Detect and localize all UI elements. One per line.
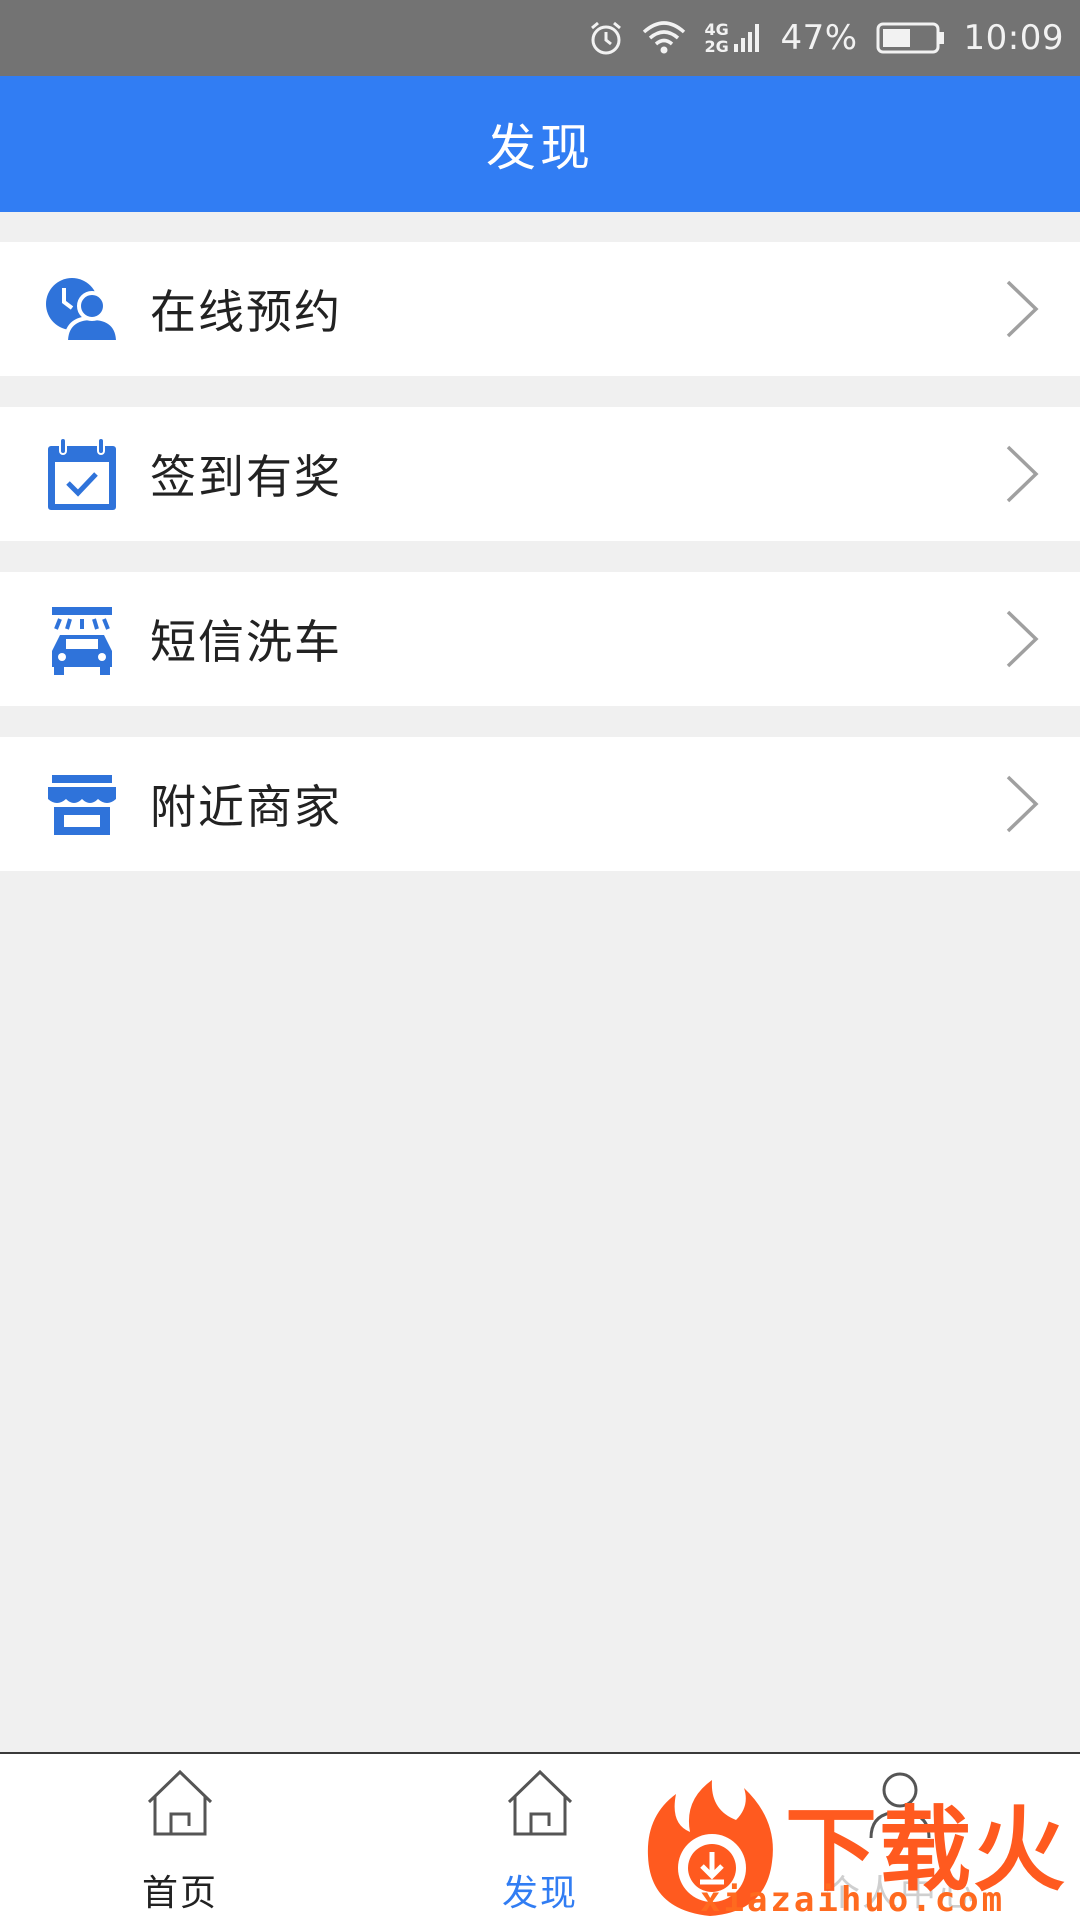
menu-item-nearby-merchants[interactable]: 附近商家 <box>0 737 1080 871</box>
menu-item-check-in-reward[interactable]: 签到有奖 <box>0 407 1080 541</box>
title-bar: 发现 <box>0 76 1080 212</box>
battery-icon <box>876 21 946 55</box>
chevron-right-icon <box>1006 775 1039 833</box>
alarm-icon <box>588 20 624 56</box>
chevron-right-icon <box>1006 445 1039 503</box>
menu-item-label: 附近商家 <box>150 780 342 834</box>
tab-label: 发现 <box>501 1873 578 1914</box>
chevron-right-icon <box>1006 280 1039 338</box>
menu-item-label: 签到有奖 <box>150 450 342 504</box>
car-wash-icon <box>46 604 118 676</box>
watermark-logo: 下载火 xiazaihuo.com <box>640 1776 1080 1920</box>
menu-item-label: 短信洗车 <box>150 615 342 669</box>
chevron-right-icon <box>1006 610 1039 668</box>
store-icon <box>46 769 118 841</box>
status-bar: 4G 2G 47% 10:09 <box>0 0 1080 76</box>
wifi-icon <box>642 20 686 56</box>
menu-item-sms-car-wash[interactable]: 短信洗车 <box>0 572 1080 706</box>
home-icon <box>147 1769 213 1836</box>
cell-signal-icon: 4G 2G <box>704 20 762 56</box>
tab-home[interactable]: 首页 <box>60 1754 300 1920</box>
page-title: 发现 <box>486 119 594 177</box>
home-icon <box>507 1769 573 1836</box>
calendar-check-icon <box>46 438 118 511</box>
menu-item-online-booking[interactable]: 在线预约 <box>0 242 1080 376</box>
appointment-person-icon <box>46 274 118 346</box>
watermark-url: xiazaihuo.com <box>700 1880 1006 1920</box>
network-type-label: 4G 2G <box>704 20 729 56</box>
tab-discover[interactable]: 发现 <box>420 1754 660 1920</box>
tab-label: 首页 <box>141 1873 218 1914</box>
menu-item-label: 在线预约 <box>150 285 342 339</box>
battery-percent: 47% <box>780 18 858 58</box>
status-time: 10:09 <box>963 18 1064 58</box>
